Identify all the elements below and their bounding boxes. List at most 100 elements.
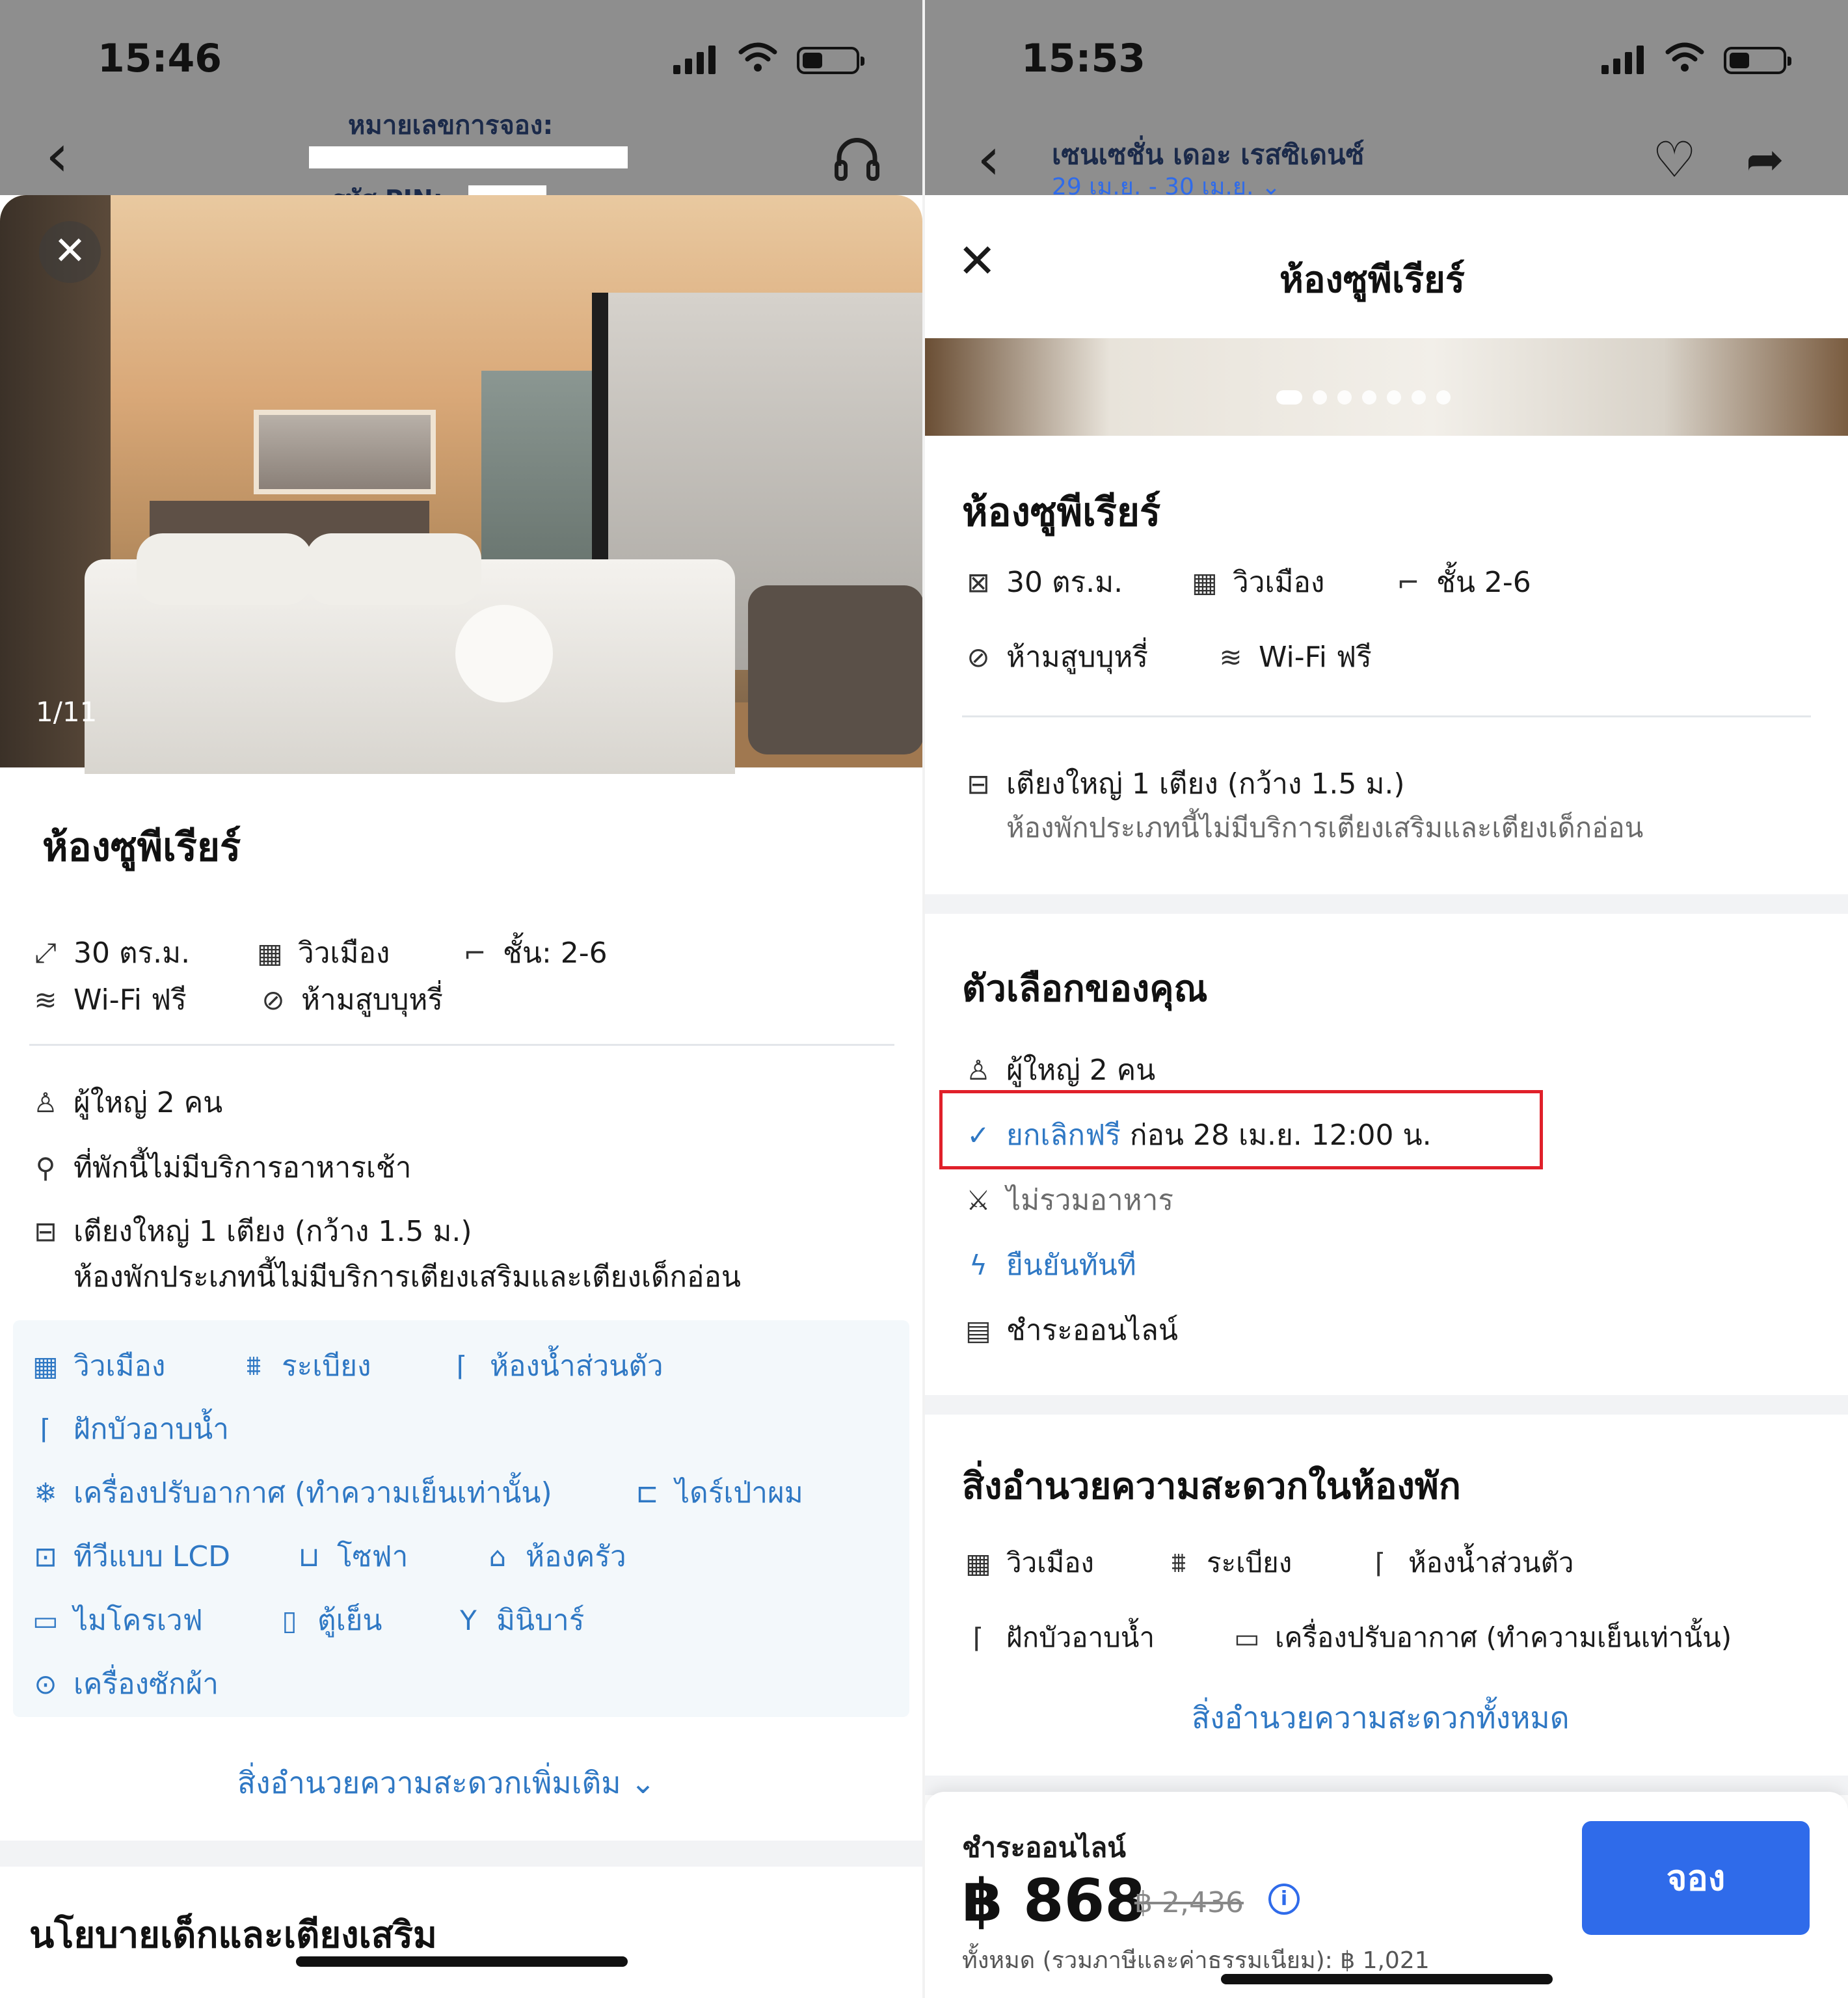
balcony-icon: ⩩ — [1171, 1547, 1186, 1578]
detail-adults: ♙ ผู้ใหญ่ 2 คน — [29, 1080, 222, 1125]
total-price: ทั้งหมด (รวมภาษีและค่าธรรมเนียม): ฿ 1,02… — [962, 1947, 1430, 1974]
amenity-city-view: ▦ วิวเมือง — [962, 1541, 1094, 1584]
support-headset-icon[interactable] — [833, 133, 881, 185]
section-separator — [925, 1395, 1848, 1415]
heart-icon[interactable]: ♡ — [1652, 135, 1696, 185]
wallet-icon: ▤ — [965, 1314, 991, 1346]
room-detail-sheet: ✕ 1/11 ห้องซูพีเรียร์ ⤢ 30 ตร.ม. ▦ วิวเมือ… — [0, 195, 922, 1998]
more-amenities-link[interactable]: สิ่งอำนวยความสะดวกเพิ่มเติม ⌄ — [237, 1759, 656, 1807]
status-time: 15:53 — [1021, 36, 1145, 81]
feature-view: ▦ วิวเมือง — [254, 930, 390, 976]
amenity-microwave: ▭ ไมโครเวฟ — [29, 1597, 203, 1643]
cocktail-icon: Y — [460, 1604, 477, 1636]
stay-dates[interactable]: 29 เม.ย. - 30 เม.ย. ⌄ — [1052, 168, 1281, 205]
status-bar: 15:53 ‹ เซนเซชั่น เดอะ เรสซิเดนซ์ 29 เม.… — [925, 0, 1848, 200]
room-sheet: ✕ ห้องซูพีเรียร์ ห้องซูพีเรียร์ ⊠ 30 ตร.ม… — [925, 202, 1848, 1998]
back-button[interactable]: ‹ — [977, 130, 1000, 189]
room-title: ห้องซูพีเรียร์ — [962, 490, 1161, 535]
section-separator — [925, 894, 1848, 914]
section-separator — [0, 1841, 922, 1867]
city-view-icon: ▦ — [33, 1350, 59, 1382]
amenity-hair-dryer: ⊏ ไดร์เป่าผม — [631, 1470, 803, 1515]
option-instant-confirm: ϟ ยืนยันทันที — [962, 1242, 1136, 1288]
signal-icon — [1601, 46, 1644, 74]
tv-icon: ⊡ — [34, 1540, 57, 1573]
home-indicator[interactable] — [296, 1956, 628, 1967]
price: ฿ 868 — [962, 1867, 1145, 1935]
option-meals: ⚔ ไม่รวมอาหาร — [962, 1177, 1173, 1223]
info-icon[interactable]: i — [1268, 1884, 1300, 1915]
room-size-icon: ⤢ — [34, 937, 57, 968]
chevron-down-icon: ⌄ — [1261, 174, 1281, 200]
amenity-private-bathroom: ⌈ ห้องน้ำส่วนตัว — [446, 1343, 663, 1389]
feature-size: ⤢ 30 ตร.ม. — [29, 930, 190, 976]
battery-icon — [1724, 47, 1791, 74]
back-button[interactable]: ‹ — [46, 127, 69, 185]
snowflake-icon: ❄ — [34, 1476, 57, 1509]
shower-icon: ⌈ — [456, 1350, 468, 1382]
detail-bed-note: ห้องพักประเภทนี้ไม่มีบริการเตียงเสริมและ… — [74, 1260, 741, 1294]
no-smoking-icon: ⊘ — [261, 983, 285, 1016]
highlight-box — [939, 1090, 1543, 1169]
option-pay-online: ▤ ชำระออนไลน์ — [962, 1307, 1178, 1353]
air-conditioner-icon: ▭ — [1234, 1621, 1260, 1654]
room-size-icon: ⊠ — [967, 566, 990, 598]
room-photo-carousel[interactable] — [925, 338, 1848, 436]
amenity-lcd-tv: ⊡ ทีวีแบบ LCD — [29, 1534, 230, 1579]
right-screenshot: 15:53 ‹ เซนเซชั่น เดอะ เรสซิเดนซ์ 29 เม.… — [925, 0, 1848, 1998]
amenity-city-view: ▦ วิวเมือง — [29, 1343, 165, 1389]
amenity-fridge: ▯ ตู้เย็น — [273, 1597, 382, 1643]
room-photo[interactable]: ✕ 1/11 — [0, 195, 922, 774]
no-smoking-icon: ⊘ — [967, 641, 990, 673]
wifi-icon: ≋ — [1219, 641, 1242, 673]
sheet-title: ห้องซูพีเรียร์ — [1279, 259, 1465, 301]
amenity-balcony: ⩩ ระเบียง — [237, 1343, 371, 1389]
signal-icon — [673, 46, 716, 74]
feature-no-smoking: ⊘ ห้ามสูบบุหรี่ — [257, 977, 443, 1022]
feature-floor: ⌐ ชั้น 2-6 — [1392, 559, 1531, 605]
cutlery-icon: ⚲ — [35, 1151, 56, 1184]
amenity-washing-machine: ⊙ เครื่องซักผ้า — [29, 1661, 219, 1707]
city-view-icon: ▦ — [965, 1547, 991, 1579]
sofa-icon: ⊔ — [298, 1540, 320, 1573]
amenities-title: สิ่งอำนวยความสะดวกในห้องพัก — [962, 1465, 1461, 1508]
wifi-icon: ≋ — [34, 983, 57, 1016]
stairs-icon: ⌐ — [1397, 566, 1420, 598]
no-meal-icon: ⚔ — [966, 1184, 991, 1216]
feature-wifi: ≋ Wi-Fi ฟรี — [1214, 634, 1371, 680]
wifi-icon — [1665, 42, 1704, 72]
feature-view: ▦ วิวเมือง — [1188, 559, 1324, 605]
home-indicator[interactable] — [1221, 1974, 1553, 1984]
close-icon[interactable]: ✕ — [957, 237, 997, 284]
child-policy-title: นโยบายเด็กและเตียงเสริม — [29, 1914, 437, 1956]
feature-no-smoking: ⊘ ห้ามสูบบุหรี่ — [962, 634, 1148, 680]
battery-icon — [797, 47, 864, 74]
person-icon: ♙ — [33, 1086, 58, 1119]
kitchen-icon: ⌂ — [489, 1540, 507, 1573]
shower-icon: ⌈ — [972, 1621, 984, 1654]
microwave-icon: ▭ — [33, 1604, 59, 1636]
option-adults: ♙ ผู้ใหญ่ 2 คน — [962, 1047, 1155, 1093]
stairs-icon: ⌐ — [463, 937, 487, 969]
bed-icon: ⊟ — [967, 767, 990, 800]
redacted-booking-number — [309, 146, 628, 168]
fridge-icon: ▯ — [282, 1604, 297, 1636]
feature-size: ⊠ 30 ตร.ม. — [962, 559, 1123, 605]
washer-icon: ⊙ — [34, 1668, 57, 1700]
all-amenities-link[interactable]: สิ่งอำนวยความสะดวกทั้งหมด — [1192, 1694, 1570, 1742]
share-icon[interactable]: ➦ — [1746, 137, 1784, 182]
bed-note: ห้องพักประเภทนี้ไม่มีบริการเตียงเสริมและ… — [1006, 812, 1644, 844]
book-button[interactable]: จอง — [1582, 1821, 1810, 1935]
amenity-kitchen: ⌂ ห้องครัว — [481, 1534, 626, 1579]
amenity-sofa: ⊔ โซฟา — [293, 1534, 408, 1579]
amenity-shower: ⌈ ฝักบัวอาบน้ำ — [962, 1616, 1155, 1659]
shower-icon: ⌈ — [1374, 1547, 1386, 1579]
status-bar: 15:46 ‹ หมายเลขการจอง: รหัส PIN: — [0, 0, 922, 213]
left-screenshot: 15:46 ‹ หมายเลขการจอง: รหัส PIN: — [0, 0, 922, 1998]
amenity-air-conditioning: ▭ เครื่องปรับอากาศ (ทำความเย็นเท่านั้น) — [1231, 1616, 1732, 1659]
close-icon[interactable]: ✕ — [39, 221, 101, 283]
amenity-balcony: ⩩ ระเบียง — [1162, 1541, 1292, 1584]
original-price: ฿ 2,436 — [1134, 1886, 1244, 1919]
shower-icon: ⌈ — [40, 1413, 51, 1445]
bed-icon: ⊟ — [34, 1215, 57, 1247]
